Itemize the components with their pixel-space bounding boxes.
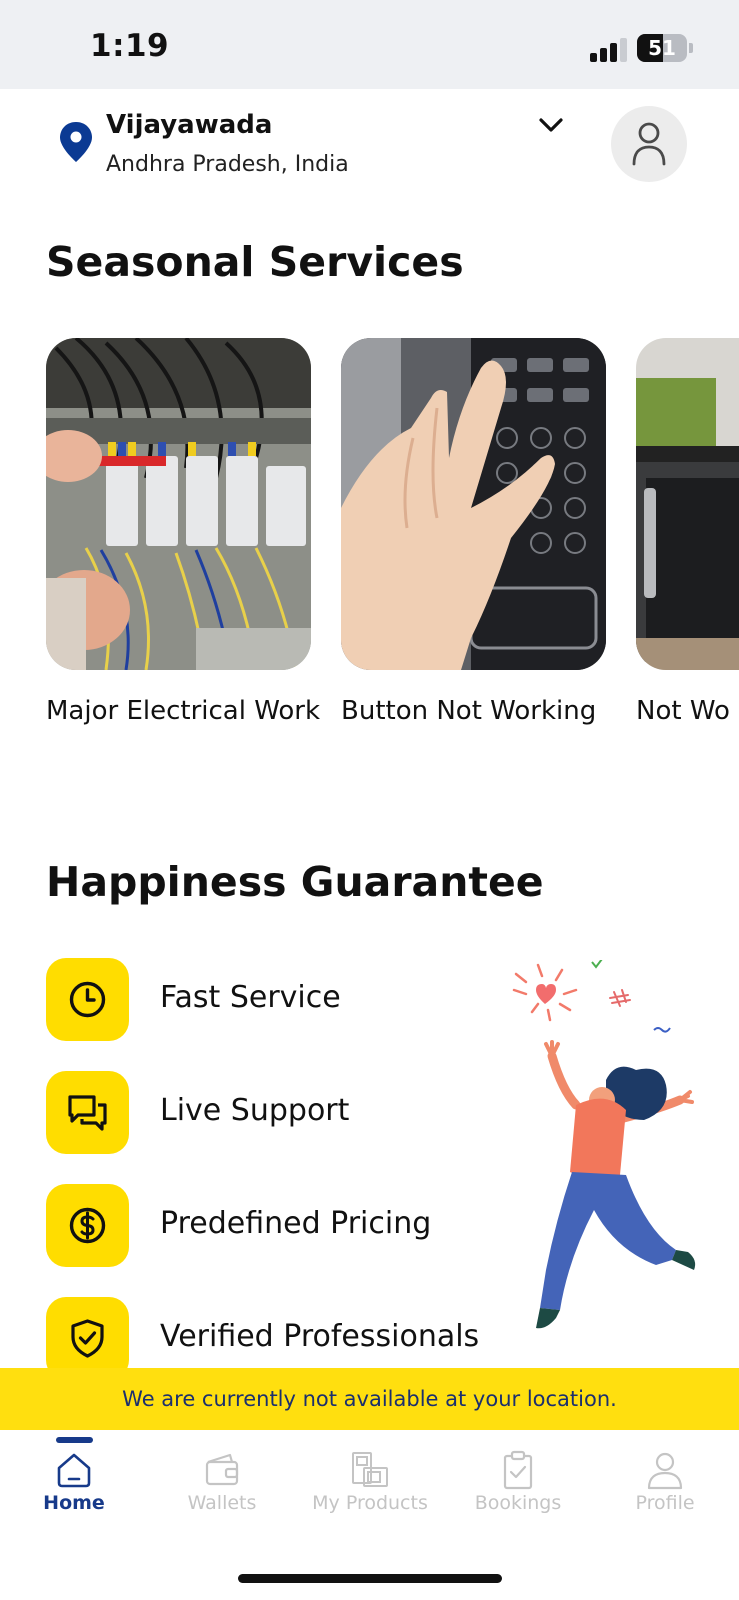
seasonal-services-carousel[interactable]: Major Electrical Work Button Not Working… bbox=[46, 338, 739, 778]
nav-label: Profile bbox=[635, 1492, 695, 1514]
chat-icon bbox=[46, 1071, 129, 1154]
nav-profile[interactable]: Profile bbox=[591, 1430, 739, 1540]
feature-label: Predefined Pricing bbox=[160, 1206, 432, 1241]
person-icon bbox=[647, 1452, 683, 1490]
service-card-label: Major Electrical Work bbox=[46, 696, 321, 726]
nav-label: Bookings bbox=[474, 1492, 562, 1514]
nav-home[interactable]: Home bbox=[0, 1430, 148, 1540]
location-pin-icon bbox=[60, 122, 92, 162]
battery-tip bbox=[689, 43, 693, 53]
service-card[interactable]: Not Wo Conditi bbox=[636, 338, 739, 730]
feature-label: Live Support bbox=[160, 1093, 350, 1128]
feature-fast-service: Fast Service bbox=[46, 958, 466, 1042]
feature-predefined-pricing: Predefined Pricing bbox=[46, 1184, 466, 1268]
nav-my-products[interactable]: My Products bbox=[296, 1430, 444, 1540]
products-icon bbox=[352, 1452, 388, 1487]
service-card-label: Not Wo Conditi bbox=[636, 696, 739, 726]
home-icon bbox=[57, 1453, 91, 1488]
nav-label: My Products bbox=[312, 1492, 428, 1514]
availability-banner: We are currently not available at your l… bbox=[0, 1368, 739, 1430]
feature-label: Verified Professionals bbox=[160, 1319, 480, 1354]
wallet-icon bbox=[205, 1453, 239, 1486]
microwave-oven-image bbox=[636, 338, 739, 670]
clipboard-icon bbox=[503, 1450, 533, 1490]
avatar[interactable] bbox=[611, 106, 687, 182]
home-indicator[interactable] bbox=[238, 1574, 502, 1583]
clock-icon bbox=[46, 958, 129, 1041]
status-time: 1:19 bbox=[90, 28, 170, 64]
dollar-coin-icon bbox=[46, 1184, 129, 1267]
nav-label: Wallets bbox=[187, 1492, 257, 1514]
feature-label: Fast Service bbox=[160, 980, 341, 1015]
nav-label: Home bbox=[43, 1492, 105, 1514]
nav-bookings[interactable]: Bookings bbox=[444, 1430, 592, 1540]
service-card[interactable]: Major Electrical Work bbox=[46, 338, 320, 730]
battery-level: 51 bbox=[648, 36, 676, 60]
microwave-keypad-image bbox=[341, 338, 606, 670]
happiness-guarantee-title: Happiness Guarantee bbox=[46, 858, 544, 906]
nav-wallets[interactable]: Wallets bbox=[148, 1430, 296, 1540]
seasonal-services-title: Seasonal Services bbox=[46, 238, 464, 286]
service-card[interactable]: Button Not Working bbox=[341, 338, 606, 730]
jumping-woman-illustration bbox=[512, 960, 696, 1329]
battery-icon: 51 bbox=[637, 34, 687, 62]
nav-active-indicator bbox=[56, 1437, 93, 1443]
signal-icon bbox=[590, 36, 630, 62]
service-card-label: Button Not Working bbox=[341, 696, 597, 726]
location-city: Vijayawada bbox=[106, 110, 273, 140]
status-bar: 1:19 51 bbox=[0, 0, 739, 89]
location-region: Andhra Pradesh, India bbox=[106, 152, 349, 177]
person-icon bbox=[632, 122, 666, 166]
chevron-down-icon[interactable] bbox=[536, 112, 566, 138]
feature-live-support: Live Support bbox=[46, 1071, 466, 1155]
electrical-panel-image bbox=[46, 338, 311, 670]
